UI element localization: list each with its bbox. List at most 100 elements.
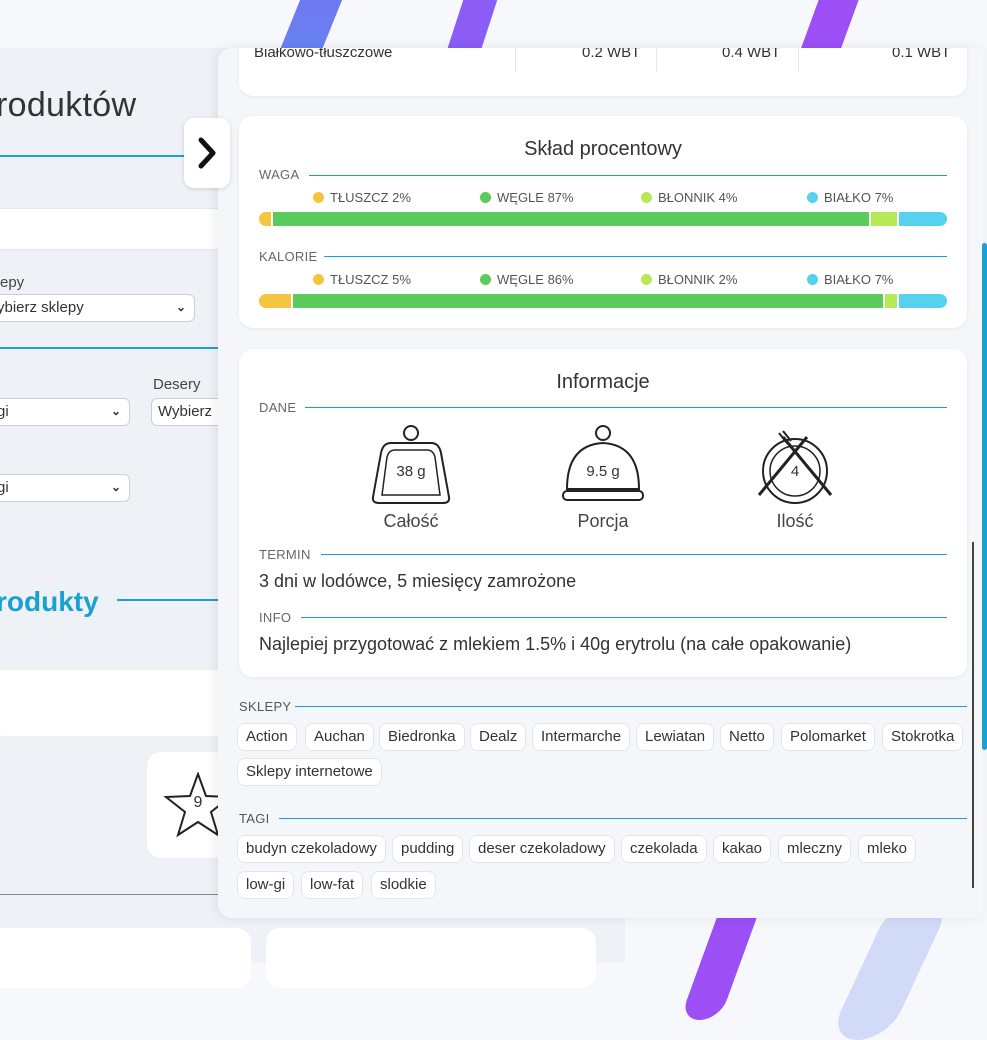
shop-chip[interactable]: Action (237, 723, 297, 751)
bar-segment-fat (259, 212, 273, 226)
total-weight-value: 38 g (396, 463, 426, 480)
panel-scrollbar[interactable] (972, 542, 974, 888)
shop-chip[interactable]: Netto (720, 723, 774, 751)
shop-chip[interactable]: Lewiatan (636, 723, 715, 751)
bar-segment-fiber (885, 294, 899, 308)
weight-label: WAGA (259, 167, 300, 182)
carbs-dot (480, 192, 491, 203)
cell-divider (515, 48, 516, 72)
portion-value: 9.5 g (586, 463, 620, 480)
section-line (295, 706, 967, 707)
data-label: DANE (259, 400, 297, 415)
close-panel-button[interactable] (184, 118, 230, 188)
shops-filter-label: epy (0, 274, 25, 291)
decor-stripe (827, 900, 953, 1040)
title-underline (0, 155, 186, 157)
tags-label: TAGI (239, 811, 270, 826)
chevron-down-icon: ⌄ (110, 480, 121, 494)
shop-chip[interactable]: Auchan (305, 723, 374, 751)
page-scrollbar[interactable] (982, 243, 987, 750)
portion-label: Porcja (577, 511, 629, 531)
info-text: Najlepiej przygotować z mlekiem 1.5% i 4… (259, 634, 852, 654)
desserts-label: Desery (153, 376, 201, 393)
legend-fiber: BŁONNIK 4% (641, 190, 737, 205)
carbs-dot (480, 274, 491, 285)
bar-segment-fat (259, 294, 294, 308)
table-cell: 0.1 WBT (892, 48, 951, 61)
shop-chip[interactable]: Stokrotka (882, 723, 964, 751)
fiber-dot (641, 192, 652, 203)
divider (0, 347, 218, 349)
tag-chip[interactable]: kakao (713, 835, 772, 863)
table-cell: 0.2 WBT (582, 48, 641, 61)
bar-segment-carbs (293, 294, 886, 308)
total-weight-label: Całość (383, 511, 439, 531)
weight-bar (259, 212, 947, 226)
page-title: roduktów (0, 86, 137, 124)
information-title: Informacje (556, 371, 650, 393)
legend-carbs: WĘGLE 87% (480, 190, 574, 205)
tag-chip[interactable]: czekolada (621, 835, 707, 863)
shop-chip[interactable]: Biedronka (379, 723, 465, 751)
product-card[interactable] (0, 928, 251, 988)
search-input[interactable] (0, 208, 232, 250)
chevron-down-icon: ⌄ (110, 404, 121, 418)
bar-segment-fiber (871, 212, 899, 226)
shop-chip[interactable]: Polomarket (781, 723, 875, 751)
legend-fiber: BŁONNIK 2% (641, 272, 737, 287)
section-line (321, 554, 947, 555)
cell-divider (656, 48, 657, 72)
tag-chip[interactable]: slodkie (371, 871, 436, 899)
protein-dot (807, 274, 818, 285)
shop-chip[interactable]: Sklepy internetowe (237, 758, 382, 786)
chevron-right-icon (198, 137, 216, 169)
tag-chip[interactable]: budyn czekoladowy (237, 835, 386, 863)
info-label: INFO (259, 610, 292, 625)
tag-chip[interactable]: mleczny (778, 835, 852, 863)
tag-chip[interactable]: pudding (392, 835, 464, 863)
section-line (324, 256, 947, 257)
section-line (301, 617, 947, 618)
section-line (117, 599, 218, 601)
count-value: 4 (790, 463, 800, 480)
tag-chip[interactable]: deser czekoladowy (469, 835, 615, 863)
section-line (279, 818, 967, 819)
tags-select-2[interactable]: gi ⌄ (0, 474, 130, 502)
composition-card: Skład procentowy WAGA TŁUSZCZ 2% WĘGLE 8… (239, 116, 967, 328)
tag-chip[interactable]: low-fat (301, 871, 364, 899)
count-item: 4 Ilość (735, 423, 855, 531)
count-label: Ilość (776, 511, 814, 531)
portion-item: 9.5 g Porcja (543, 423, 663, 531)
chevron-down-icon: ⌄ (175, 300, 186, 314)
section-line (305, 407, 947, 408)
products-section-title: rodukty (0, 586, 99, 617)
legend-protein: BIAŁKO 7% (807, 272, 893, 287)
table-row-label: Białkowo-tłuszczowe (254, 48, 393, 61)
fat-dot (313, 192, 324, 203)
bar-segment-carbs (272, 212, 872, 226)
table-cell: 0.4 WBT (722, 48, 781, 61)
shop-chip[interactable]: Dealz (470, 723, 527, 751)
information-card: Informacje DANE 38 g Całość 9.5 g Porcja (239, 349, 967, 677)
shop-chip[interactable]: Intermarche (532, 723, 631, 751)
composition-title: Skład procentowy (524, 138, 682, 160)
bar-segment-protein (898, 212, 947, 226)
shops-label: SKLEPY (239, 699, 292, 714)
macro-table-card: Białkowo-tłuszczowe 0.2 WBT 0.4 WBT 0.1 … (239, 48, 967, 96)
fat-dot (313, 274, 324, 285)
shops-select[interactable]: ybierz sklepy ⌄ (0, 294, 195, 322)
bar-segment-protein (898, 294, 947, 308)
calories-label: KALORIE (259, 249, 318, 264)
product-details-panel: Białkowo-tłuszczowe 0.2 WBT 0.4 WBT 0.1 … (218, 48, 983, 918)
divider (0, 894, 218, 895)
tag-chip[interactable]: mleko (858, 835, 917, 863)
calories-bar (259, 294, 947, 308)
tags-select[interactable]: gi ⌄ (0, 398, 130, 426)
tag-chip[interactable]: low-gi (237, 871, 295, 899)
protein-dot (807, 192, 818, 203)
product-card[interactable] (0, 670, 230, 736)
total-weight-item: 38 g Całość (351, 423, 471, 531)
legend-fat: TŁUSZCZ 5% (313, 272, 411, 287)
term-text: 3 dni w lodówce, 5 miesięcy zamrożone (259, 571, 577, 591)
product-card[interactable] (266, 928, 596, 988)
